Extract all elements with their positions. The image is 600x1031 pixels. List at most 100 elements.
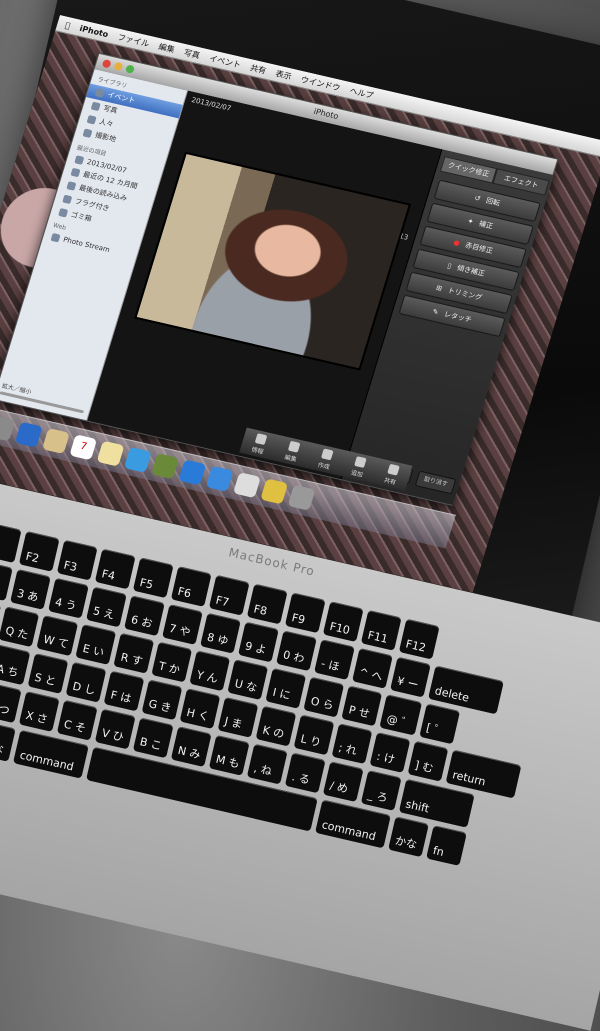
button-label: 傾き補正 bbox=[456, 264, 486, 278]
info-button[interactable]: 情報 bbox=[251, 432, 269, 455]
key[interactable]: _ ろ bbox=[360, 770, 402, 811]
key[interactable]: : け bbox=[369, 732, 411, 773]
key[interactable]: , ね bbox=[246, 743, 288, 785]
key[interactable]: F11 bbox=[360, 609, 402, 651]
key[interactable]: B こ bbox=[132, 717, 174, 759]
menu-item-edit[interactable]: 編集 bbox=[157, 41, 176, 55]
key[interactable]: K の bbox=[255, 705, 297, 747]
menu-item-events[interactable]: イベント bbox=[208, 52, 242, 70]
trash-dock-icon[interactable] bbox=[287, 484, 316, 511]
key[interactable]: かな bbox=[388, 816, 429, 858]
key[interactable]: ¥ ー bbox=[390, 656, 431, 698]
events-icon bbox=[94, 88, 105, 98]
key[interactable]: F12 bbox=[398, 618, 440, 660]
key[interactable]: I に bbox=[265, 668, 307, 709]
chrome-icon[interactable] bbox=[260, 478, 289, 505]
key[interactable]: F7 bbox=[208, 574, 250, 616]
key[interactable]: 3 あ bbox=[10, 569, 51, 610]
key[interactable]: ] む bbox=[407, 740, 449, 782]
menu-app-name[interactable]: iPhoto bbox=[79, 23, 110, 38]
key[interactable]: D し bbox=[65, 661, 107, 703]
key[interactable]: F は bbox=[103, 670, 145, 712]
key[interactable]: L り bbox=[293, 714, 335, 756]
key[interactable]: - ほ bbox=[314, 639, 355, 680]
key[interactable]: M も bbox=[208, 734, 250, 776]
key[interactable]: W て bbox=[36, 615, 79, 657]
key[interactable]: F8 bbox=[246, 583, 288, 625]
key[interactable]: V ひ bbox=[94, 708, 136, 750]
notes-icon[interactable] bbox=[96, 440, 125, 467]
key[interactable]: P せ bbox=[341, 685, 383, 727]
key[interactable]: F9 bbox=[284, 592, 326, 634]
key[interactable]: @ ゛ bbox=[379, 694, 422, 736]
key[interactable]: 5 え bbox=[86, 586, 127, 628]
menu-item-photo[interactable]: 写真 bbox=[183, 47, 202, 61]
selected-photo[interactable] bbox=[134, 151, 412, 371]
tab-quick-fixes[interactable]: クイック修正 bbox=[439, 156, 498, 184]
toolbar-label: 追加 bbox=[350, 468, 364, 479]
key[interactable]: 7 や bbox=[162, 604, 203, 645]
key[interactable]: かな bbox=[0, 721, 16, 762]
key[interactable]: A ち bbox=[0, 644, 31, 686]
create-button[interactable]: 作成 bbox=[317, 447, 335, 471]
globe-icon bbox=[82, 128, 93, 138]
key[interactable]: C そ bbox=[56, 699, 98, 741]
key[interactable]: . る bbox=[284, 752, 326, 794]
share-button[interactable]: 共有 bbox=[383, 463, 401, 486]
contacts-icon[interactable] bbox=[42, 427, 70, 455]
key[interactable]: F1 bbox=[0, 522, 22, 564]
key[interactable]: 9 よ bbox=[238, 621, 279, 663]
key[interactable]: O ら bbox=[303, 676, 345, 718]
key[interactable]: F4 bbox=[94, 548, 136, 590]
tab-effects[interactable]: エフェクト bbox=[492, 168, 550, 196]
key[interactable]: / め bbox=[322, 761, 364, 803]
menu-item-help[interactable]: ヘルプ bbox=[348, 85, 375, 101]
undo-button[interactable]: 取り消す bbox=[414, 470, 457, 495]
key[interactable]: F6 bbox=[170, 566, 212, 607]
key[interactable]: 4 う bbox=[48, 577, 89, 619]
itunes-icon[interactable] bbox=[178, 459, 207, 486]
key[interactable]: F2 bbox=[18, 531, 60, 572]
key[interactable]: U な bbox=[227, 659, 269, 701]
key[interactable]: [ ゜ bbox=[419, 703, 460, 745]
key[interactable]: fn bbox=[426, 825, 467, 866]
app-store-icon[interactable] bbox=[205, 465, 234, 492]
menu-item-view[interactable]: 表示 bbox=[274, 68, 293, 82]
preview-icon[interactable] bbox=[233, 472, 261, 499]
key[interactable]: F5 bbox=[132, 557, 174, 599]
key[interactable]: H く bbox=[179, 688, 221, 729]
key[interactable]: N み bbox=[170, 726, 212, 767]
key[interactable]: F3 bbox=[56, 539, 98, 581]
key[interactable]: 6 お bbox=[124, 595, 165, 637]
photo-stream-icon bbox=[50, 232, 61, 243]
menu-item-file[interactable]: ファイル bbox=[116, 31, 151, 49]
key[interactable]: S と bbox=[27, 653, 69, 694]
key[interactable]: G き bbox=[141, 679, 183, 721]
key[interactable]: 0 わ bbox=[276, 630, 317, 672]
calendar-icon bbox=[70, 167, 81, 178]
key[interactable]: R す bbox=[113, 632, 155, 674]
calendar-app-icon[interactable]: 7 bbox=[69, 434, 98, 461]
key[interactable]: Y ん bbox=[189, 650, 231, 692]
key[interactable]: J ま bbox=[217, 696, 259, 738]
apple-menu-icon[interactable]:  bbox=[64, 20, 71, 30]
key[interactable]: X さ bbox=[18, 691, 60, 732]
window-title: iPhoto bbox=[312, 106, 340, 122]
edit-button[interactable]: 編集 bbox=[284, 440, 302, 463]
key[interactable]: Z つ bbox=[0, 682, 22, 724]
key[interactable]: ^ へ bbox=[352, 647, 393, 689]
safari-icon[interactable] bbox=[14, 421, 43, 448]
photos-icon bbox=[90, 101, 101, 112]
launchpad-icon[interactable] bbox=[0, 415, 16, 442]
key[interactable]: Q た bbox=[0, 606, 40, 648]
menu-item-share[interactable]: 共有 bbox=[249, 62, 268, 76]
create-icon bbox=[321, 447, 334, 460]
iphoto-app-icon[interactable] bbox=[151, 453, 180, 480]
add-to-button[interactable]: 追加 bbox=[350, 455, 368, 478]
key[interactable]: E い bbox=[75, 624, 117, 665]
key[interactable]: T か bbox=[151, 641, 193, 683]
key[interactable]: 8 ゆ bbox=[200, 612, 241, 654]
key[interactable]: ; れ bbox=[331, 723, 373, 765]
key[interactable]: F10 bbox=[322, 601, 364, 642]
messages-icon[interactable] bbox=[123, 446, 152, 473]
